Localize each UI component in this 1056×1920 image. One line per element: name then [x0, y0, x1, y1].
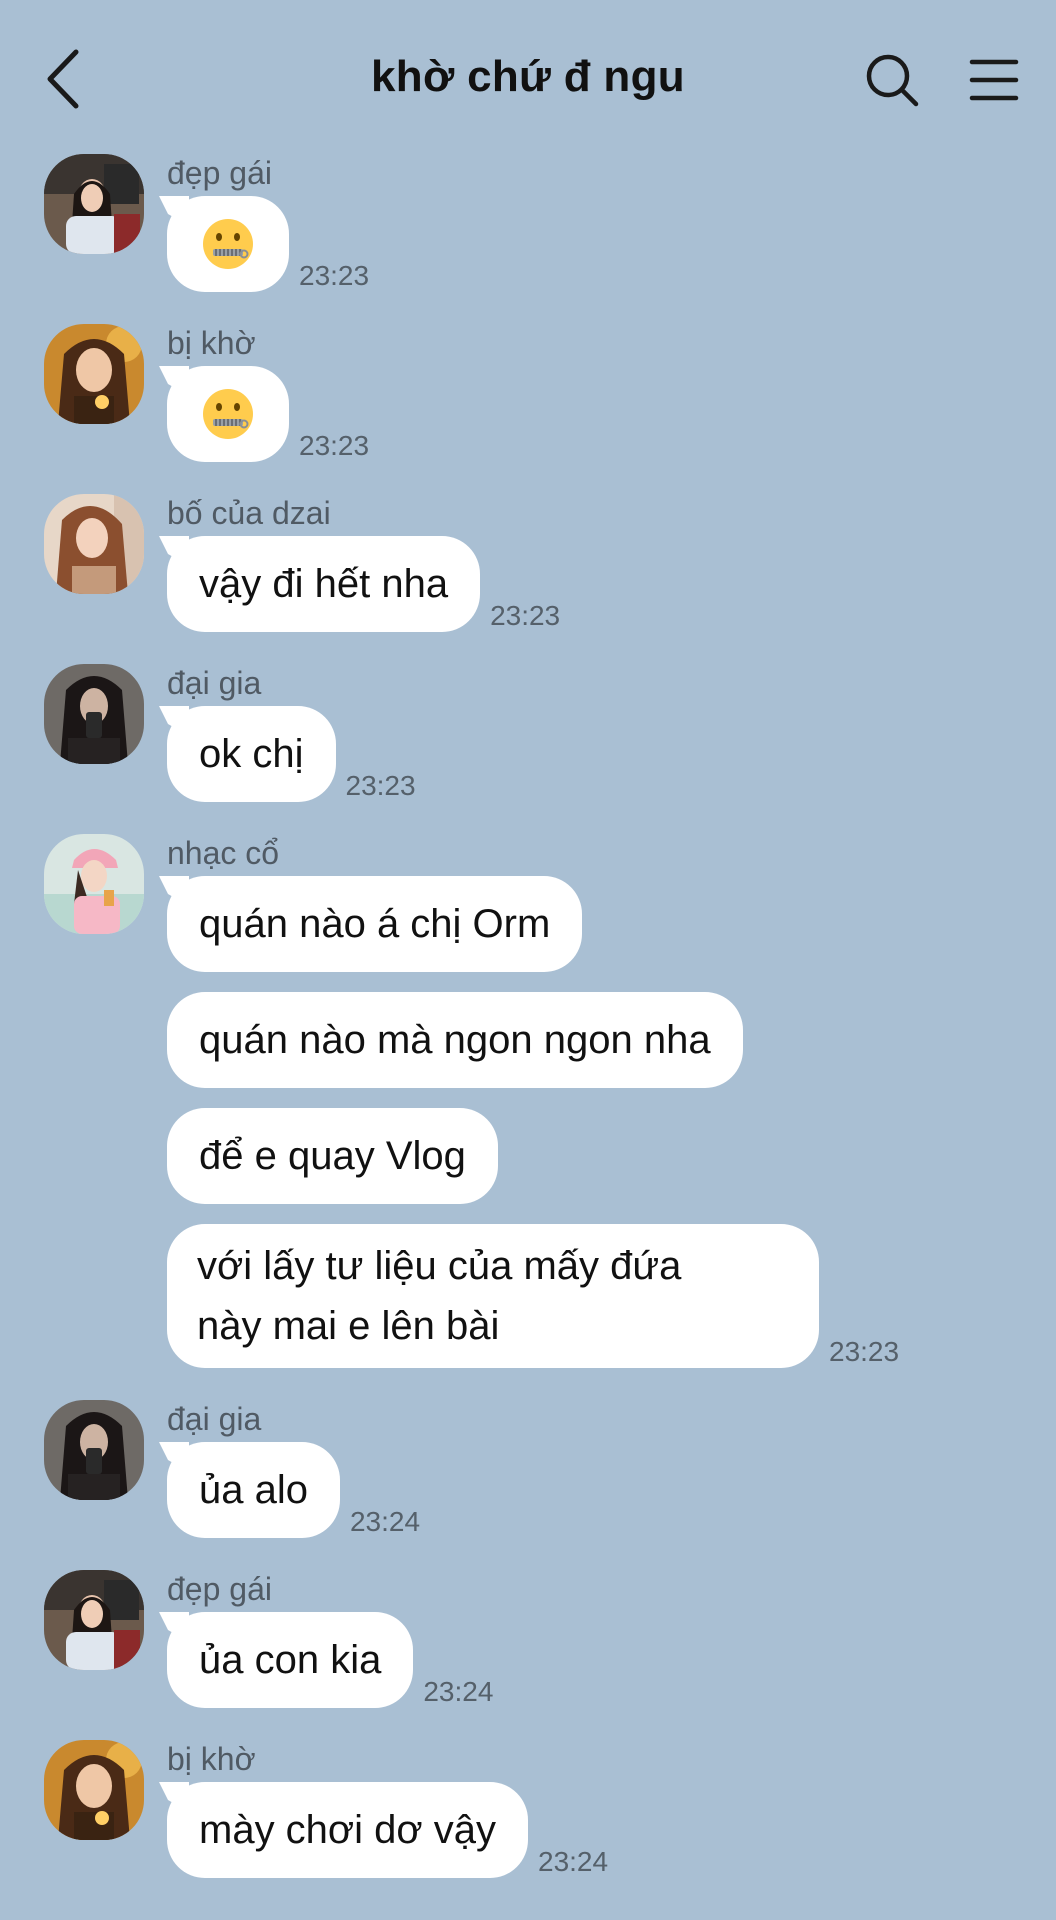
message-group: bị khờ 23:23 — [0, 318, 1056, 462]
message-row: mày chơi dơ vậy 23:24 — [167, 1782, 1056, 1878]
message-row: quán nào á chị Orm — [167, 876, 1056, 972]
message-bubble[interactable]: ok chị — [167, 706, 336, 802]
avatar[interactable] — [44, 1570, 144, 1670]
message-text-line: này mai e lên bài — [197, 1304, 500, 1348]
avatar[interactable] — [44, 1400, 144, 1500]
sender-name: bị khờ — [167, 1741, 256, 1777]
avatar[interactable] — [44, 324, 144, 424]
message-timestamp: 23:23 — [829, 1336, 900, 1367]
zipper-mouth-face-icon — [203, 389, 253, 439]
message-bubble[interactable]: để e quay Vlog — [167, 1108, 498, 1204]
message-timestamp: 23:24 — [423, 1676, 494, 1707]
search-button[interactable] — [864, 52, 920, 108]
sender-name: bị khờ — [167, 325, 256, 361]
message-text: ủa alo — [199, 1468, 308, 1512]
message-text: ok chị — [199, 732, 304, 776]
message-text: ủa con kia — [199, 1638, 382, 1682]
avatar-photo — [44, 1570, 144, 1670]
sender-name: đại gia — [167, 665, 262, 701]
message-row: ủa alo 23:24 — [167, 1442, 1056, 1538]
message-group: nhạc cổ quán nào á chị Orm quán nào mà ngo… — [0, 828, 1056, 1368]
message-list[interactable]: đẹp gái 23:23 bị khờ 23:23 bố của dzai vậy đi… — [0, 148, 1056, 1904]
message-row: quán nào mà ngon ngon nha — [167, 992, 1056, 1088]
avatar-photo — [44, 154, 144, 254]
message-timestamp: 23:23 — [299, 430, 370, 461]
message-bubble[interactable]: ủa alo — [167, 1442, 340, 1538]
message-bubble[interactable]: quán nào á chị Orm — [167, 876, 583, 972]
message-timestamp: 23:23 — [345, 770, 416, 801]
message-group: đẹp gái ủa con kia 23:24 — [0, 1564, 1056, 1708]
avatar[interactable] — [44, 834, 144, 934]
message-timestamp: 23:23 — [299, 260, 370, 291]
message-group: đẹp gái 23:23 — [0, 148, 1056, 292]
chat-header: khờ chứ đ ngu — [0, 0, 1056, 148]
avatar[interactable] — [44, 1740, 144, 1840]
message-text: để e quay Vlog — [199, 1134, 466, 1178]
search-icon — [866, 54, 919, 107]
message-group: đại gia ủa alo 23:24 — [0, 1394, 1056, 1538]
message-row: ủa con kia 23:24 — [167, 1612, 1056, 1708]
sender-name: đẹp gái — [167, 155, 272, 191]
message-text: quán nào mà ngon ngon nha — [199, 1018, 711, 1062]
sender-name: đại gia — [167, 1401, 262, 1437]
message-text: quán nào á chị Orm — [199, 902, 551, 946]
message-text: vậy đi hết nha — [199, 562, 449, 606]
message-timestamp: 23:24 — [538, 1846, 609, 1877]
sender-name: nhạc cổ — [167, 835, 280, 871]
zipper-mouth-face-icon — [203, 219, 253, 269]
sender-name: đẹp gái — [167, 1571, 272, 1607]
message-timestamp: 23:23 — [490, 600, 561, 631]
avatar[interactable] — [44, 154, 144, 254]
message-bubble[interactable] — [167, 196, 289, 292]
avatar[interactable] — [44, 664, 144, 764]
avatar-photo — [44, 494, 144, 594]
message-timestamp: 23:24 — [349, 1506, 421, 1537]
avatar-photo — [44, 1400, 144, 1500]
message-text-line: với lấy tư liệu của mấy đứa — [197, 1244, 682, 1288]
message-row: ok chị 23:23 — [167, 706, 1056, 802]
sender-name: bố của dzai — [167, 495, 331, 531]
message-row: để e quay Vlog — [167, 1108, 1056, 1204]
avatar-photo — [44, 324, 144, 424]
avatar-photo — [44, 1740, 144, 1840]
message-bubble[interactable]: vậy đi hết nha — [167, 536, 481, 632]
message-bubble[interactable]: ủa con kia — [167, 1612, 414, 1708]
message-bubble[interactable]: với lấy tư liệu của mấy đứa này mai e lên… — [167, 1224, 819, 1368]
message-group: bị khờ mày chơi dơ vậy 23:24 — [0, 1734, 1056, 1878]
message-group: bố của dzai vậy đi hết nha 23:23 — [0, 488, 1056, 632]
hamburger-menu-icon — [969, 59, 1019, 101]
message-row: 23:23 — [167, 366, 1056, 462]
message-group: đại gia ok chị 23:23 — [0, 658, 1056, 802]
avatar[interactable] — [44, 494, 144, 594]
message-bubble[interactable]: mày chơi dơ vậy — [167, 1782, 528, 1878]
message-bubble[interactable]: quán nào mà ngon ngon nha — [167, 992, 743, 1088]
message-bubble[interactable] — [167, 366, 289, 462]
avatar-photo — [44, 834, 144, 934]
message-row: vậy đi hết nha 23:23 — [167, 536, 1056, 632]
menu-button[interactable] — [968, 56, 1020, 104]
message-row: 23:23 — [167, 196, 1056, 292]
message-text: mày chơi dơ vậy — [199, 1808, 496, 1852]
message-row: với lấy tư liệu của mấy đứa này mai e lên… — [167, 1224, 1056, 1368]
avatar-photo — [44, 664, 144, 764]
